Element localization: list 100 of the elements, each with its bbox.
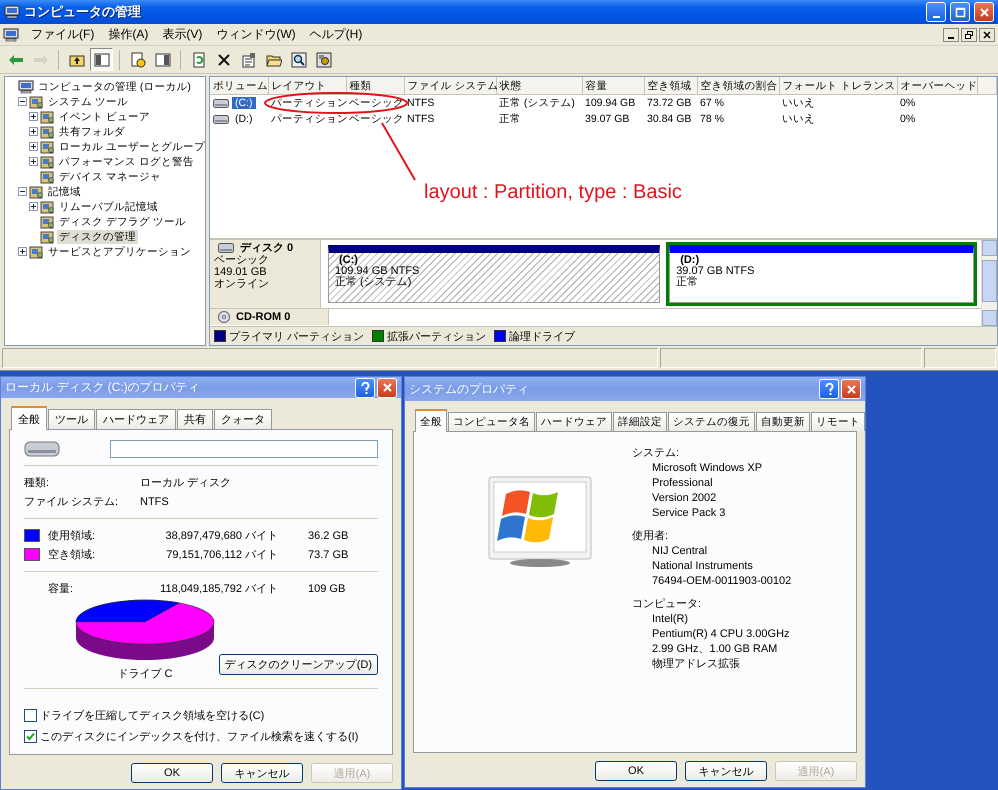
table-cell: 78 % (700, 113, 724, 125)
column-header[interactable]: ボリューム (210, 77, 268, 94)
menu-item[interactable]: 操作(A) (102, 25, 154, 44)
restore-button[interactable] (961, 28, 977, 42)
table-cell: 67 % (700, 97, 724, 109)
field-label: 種類: (24, 476, 50, 490)
tree-item[interactable]: サービスとアプリケーション (46, 244, 193, 258)
partition-label: (C:) (339, 255, 359, 266)
column-header[interactable]: 種類 (346, 77, 404, 94)
table-cell: いいえ (782, 113, 815, 125)
volume-name[interactable]: (C:) (232, 97, 256, 109)
dialog-button[interactable]: OK (131, 763, 213, 783)
checkbox[interactable] (24, 709, 37, 722)
partition-status: 正常 (システム) (335, 277, 412, 288)
tree-item[interactable]: パフォーマンス ログと警告 (57, 154, 196, 168)
expander-icon[interactable] (29, 157, 38, 166)
tool-icon (40, 124, 55, 138)
capacity-label: 容量: (48, 582, 74, 596)
menu-item[interactable]: ウィンドウ(W) (210, 25, 302, 44)
info-text: Service Pack 3 (651, 506, 726, 521)
tree-item[interactable]: 記憶域 (46, 184, 83, 198)
disk-cleanup-button[interactable]: ディスクのクリーンアップ(D) (218, 654, 378, 675)
tool-icon (40, 200, 55, 214)
close-icon (846, 384, 856, 394)
expander-icon[interactable] (18, 247, 27, 256)
tree-item[interactable]: リムーバブル記憶域 (57, 200, 160, 214)
help-button[interactable] (819, 379, 839, 399)
table-cell: 0% (900, 113, 916, 125)
volume-name[interactable]: (D:) (232, 113, 256, 125)
tree-item[interactable]: ディスクの管理 (57, 230, 138, 244)
help-icon (130, 52, 146, 68)
tool-icon (29, 184, 44, 198)
column-header[interactable]: 空き領域の割合 (697, 77, 779, 94)
volume-name-field[interactable] (110, 440, 378, 458)
tab[interactable]: 共有 (177, 409, 213, 429)
partition-label: (D:) (680, 255, 700, 266)
tab[interactable]: 全般 (415, 409, 447, 432)
tree-item[interactable]: イベント ビューア (57, 110, 152, 124)
help-button[interactable] (355, 378, 375, 398)
menu-item[interactable]: ファイル(F) (25, 25, 100, 44)
close-button[interactable] (979, 28, 995, 42)
dialog-button[interactable]: OK (595, 761, 677, 781)
dialog-button[interactable]: キャンセル (221, 763, 303, 783)
disk-label-panel[interactable]: ディスク 0 ベーシック 149.01 GB オンライン (210, 240, 321, 308)
tab[interactable]: ツール (48, 409, 95, 429)
tree-item[interactable]: ディスク デフラグ ツール (57, 214, 188, 228)
disk-detail: オンライン (214, 278, 270, 290)
expander-icon[interactable] (29, 202, 38, 211)
tab[interactable]: クォータ (214, 409, 272, 429)
tab[interactable]: システムの復元 (668, 412, 755, 431)
annotation-text: layout : Partition, type : Basic (424, 181, 682, 204)
minimize-button[interactable] (943, 28, 959, 42)
table-cell: パーティション (271, 97, 348, 109)
capacity-bytes: 118,049,185,792 バイト (159, 582, 278, 596)
section-heading: コンピュータ: (632, 597, 702, 612)
computer-icon (3, 28, 19, 42)
column-header[interactable]: フォールト トレランス (779, 77, 897, 94)
tree-item[interactable]: システム ツール (46, 94, 130, 108)
tab[interactable]: 全般 (11, 406, 47, 430)
expander-icon[interactable] (18, 97, 27, 106)
dialog-button[interactable]: キャンセル (685, 761, 767, 781)
search-icon (290, 52, 306, 68)
menu-item[interactable]: ヘルプ(H) (304, 25, 368, 44)
tab[interactable]: 詳細設定 (613, 412, 667, 431)
maximize-button[interactable] (950, 2, 970, 22)
dialog-title: システムのプロパティ (409, 380, 529, 398)
usage-label: 空き領域: (48, 548, 96, 562)
tab[interactable]: ハードウェア (536, 412, 612, 431)
menu-item[interactable]: 表示(V) (156, 25, 208, 44)
minimize-icon (948, 36, 954, 38)
column-header[interactable]: 容量 (582, 77, 644, 94)
partition-block[interactable]: (C:) 109.94 GB NTFS 正常 (システム) (328, 245, 660, 303)
column-header[interactable]: 空き領域 (644, 77, 697, 94)
expander-icon[interactable] (29, 142, 38, 151)
expander-icon[interactable] (29, 112, 38, 121)
tab[interactable]: リモート (811, 412, 865, 431)
usage-size: 73.7 GB (308, 548, 348, 560)
partition-block[interactable]: (D:) 39.07 GB NTFS 正常 (669, 245, 974, 303)
close-icon (978, 6, 990, 18)
scrollbar[interactable] (981, 240, 997, 326)
expander-icon[interactable] (29, 127, 38, 136)
column-header[interactable]: 状態 (496, 77, 582, 94)
tree-item[interactable]: ローカル ユーザーとグループ (57, 140, 205, 154)
column-header[interactable]: オーバーヘッド (897, 77, 977, 94)
column-header[interactable]: レイアウト (268, 77, 346, 94)
tree-item[interactable]: 共有フォルダ (57, 124, 127, 138)
expander-icon[interactable] (18, 187, 27, 196)
tree-icon (94, 52, 110, 68)
tree-item[interactable]: デバイス マネージャ (57, 170, 163, 184)
tab[interactable]: 自動更新 (756, 412, 810, 431)
tree-toggle-button[interactable] (90, 48, 113, 71)
tree-item[interactable]: コンピュータの管理 (ローカル) (36, 80, 193, 94)
tab[interactable]: コンピュータ名 (448, 412, 535, 431)
tab[interactable]: ハードウェア (96, 409, 176, 429)
table-cell: NTFS (407, 97, 434, 109)
column-header[interactable]: ファイル システム (404, 77, 496, 94)
table-cell: ベーシック (349, 113, 404, 125)
restore-icon (965, 30, 973, 38)
checkbox[interactable] (24, 730, 37, 743)
field-value: NTFS (140, 496, 169, 508)
